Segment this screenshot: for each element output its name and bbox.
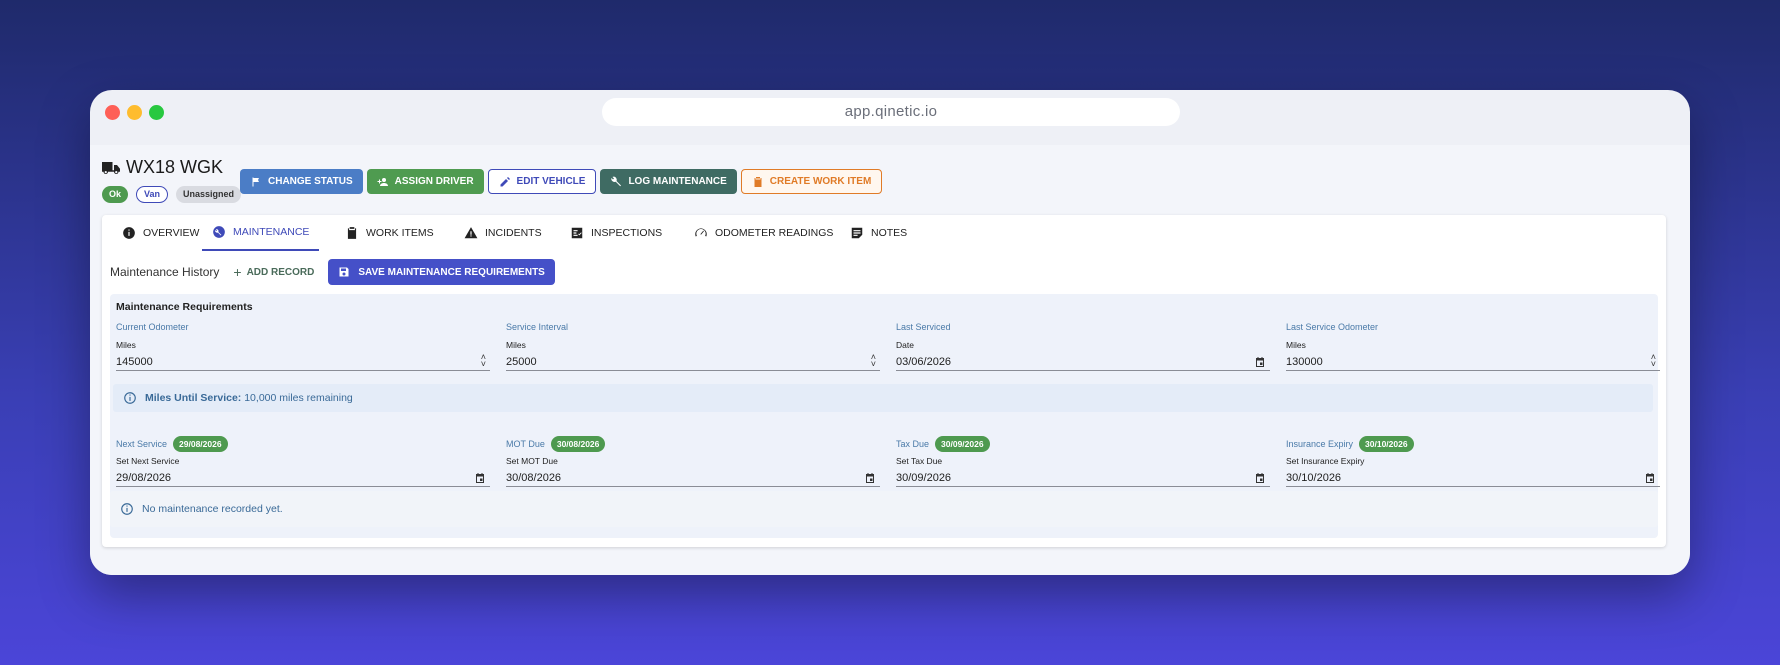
calendar-icon[interactable] [1254, 356, 1266, 368]
maximize-window-button[interactable] [149, 105, 164, 120]
tax-due-field: Tax Due 30/09/2026 Set Tax Due 30/09/202… [896, 436, 1270, 487]
mot-due-field: MOT Due 30/08/2026 Set MOT Due 30/08/202… [506, 436, 880, 487]
tab-inspections[interactable]: INSPECTIONS [570, 215, 662, 251]
vehicle-plate: WX18 WGK [126, 157, 224, 177]
minimize-window-button[interactable] [127, 105, 142, 120]
tab-work-items[interactable]: WORK ITEMS [345, 215, 434, 251]
section-title: Maintenance History [110, 265, 220, 279]
last-service-odometer-input[interactable]: 130000 ˄ ˅ [1286, 353, 1660, 371]
current-odometer-field: Current Odometer Miles 145000 ˄ ˅ [116, 322, 490, 371]
mot-due-input[interactable]: 30/08/2026 [506, 470, 880, 487]
next-service-chip: 29/08/2026 [173, 436, 228, 452]
info-icon [123, 227, 135, 239]
close-window-button[interactable] [105, 105, 120, 120]
wrench-circle-icon [213, 226, 225, 238]
vehicle-title: WX18 WGK [102, 157, 241, 178]
flag-icon [252, 177, 259, 186]
next-service-input[interactable]: 29/08/2026 [116, 470, 490, 487]
current-odometer-input[interactable]: 145000 ˄ ˅ [116, 353, 490, 371]
floppy-disk-icon [339, 267, 349, 277]
number-stepper-icon[interactable]: ˄ ˅ [871, 353, 876, 369]
info-outline-icon [124, 392, 136, 404]
titlebar: app.qinetic.io [90, 90, 1690, 145]
edit-vehicle-button[interactable]: EDIT VEHICLE [487, 169, 597, 194]
number-stepper-icon[interactable]: ˄ ˅ [1651, 353, 1656, 369]
vehicle-badges: Ok Van Unassigned [102, 186, 242, 203]
tab-overview[interactable]: OVERVIEW [122, 215, 199, 251]
last-serviced-input[interactable]: 03/06/2026 [896, 354, 1270, 371]
service-interval-input[interactable]: 25000 ˄ ˅ [506, 353, 880, 371]
add-person-icon [377, 177, 388, 186]
calendar-icon[interactable] [1254, 472, 1266, 484]
speedometer-icon [695, 228, 707, 237]
add-record-button[interactable]: + ADD RECORD [233, 264, 314, 280]
calendar-icon[interactable] [864, 472, 876, 484]
calendar-icon[interactable] [1644, 472, 1656, 484]
checklist-icon [571, 227, 583, 239]
tab-incidents[interactable]: INCIDENTS [464, 215, 542, 251]
url-bar[interactable]: app.qinetic.io [602, 98, 1180, 126]
clipboard-icon [754, 176, 762, 187]
empty-maintenance-alert: No maintenance recorded yet. [110, 491, 1658, 527]
last-service-odometer-field: Last Service Odometer Miles 130000 ˄ ˅ [1286, 322, 1660, 371]
tax-due-input[interactable]: 30/09/2026 [896, 470, 1270, 487]
tab-notes[interactable]: NOTES [850, 215, 907, 251]
insurance-expiry-input[interactable]: 30/10/2026 [1286, 470, 1660, 487]
last-serviced-field: Last Serviced Date 03/06/2026 [896, 322, 1270, 371]
notes-icon [851, 227, 863, 239]
mot-due-chip: 30/08/2026 [550, 436, 606, 452]
tab-maintenance[interactable]: MAINTENANCE [202, 215, 320, 251]
tax-due-chip: 30/09/2026 [935, 436, 990, 452]
next-service-field: Next Service 29/08/2026 Set Next Service… [116, 436, 490, 487]
vehicle-type-badge: Van [136, 186, 169, 203]
save-requirements-button[interactable]: SAVE MAINTENANCE REQUIREMENTS [328, 259, 555, 285]
browser-window: app.qinetic.io WX18 WGK Ok Van Unassigne… [90, 90, 1690, 575]
log-maintenance-button[interactable]: LOG MAINTENANCE [600, 169, 737, 194]
miles-until-service-alert: Miles Until Service: 10,000 miles remain… [113, 384, 1653, 412]
create-work-item-button[interactable]: CREATE WORK ITEM [740, 169, 883, 194]
service-interval-field: Service Interval Miles 25000 ˄ ˅ [506, 322, 880, 371]
pencil-icon [500, 176, 510, 186]
tab-bar: OVERVIEW MAINTENANCE WORK ITEMS INCIDENT… [102, 215, 1666, 251]
maintenance-history-toolbar: Maintenance History + ADD RECORD SAVE MA… [110, 259, 555, 285]
plus-icon: + [233, 264, 242, 280]
tab-odometer-readings[interactable]: ODOMETER READINGS [694, 215, 833, 251]
vehicle-detail-panel: OVERVIEW MAINTENANCE WORK ITEMS INCIDENT… [102, 215, 1666, 547]
wrench-icon [611, 176, 622, 186]
change-status-button[interactable]: CHANGE STATUS [240, 169, 363, 194]
vehicle-header: WX18 WGK Ok Van Unassigned [102, 157, 242, 203]
driver-badge: Unassigned [176, 186, 242, 203]
requirements-title: Maintenance Requirements [116, 301, 253, 313]
clipboard-icon [347, 227, 357, 239]
insurance-expiry-field: Insurance Expiry 30/10/2026 Set Insuranc… [1286, 436, 1660, 487]
insurance-expiry-chip: 30/10/2026 [1359, 436, 1414, 452]
action-toolbar: CHANGE STATUS ASSIGN DRIVER EDIT VEHICLE… [240, 169, 883, 194]
page-content: WX18 WGK Ok Van Unassigned CHANGE STATUS… [90, 145, 1690, 575]
warning-icon [464, 227, 478, 239]
assign-driver-button[interactable]: ASSIGN DRIVER [366, 169, 484, 194]
calendar-icon[interactable] [474, 472, 486, 484]
truck-icon [102, 161, 120, 174]
info-outline-icon [121, 503, 133, 515]
number-stepper-icon[interactable]: ˄ ˅ [481, 353, 486, 369]
status-badge: Ok [102, 186, 129, 203]
